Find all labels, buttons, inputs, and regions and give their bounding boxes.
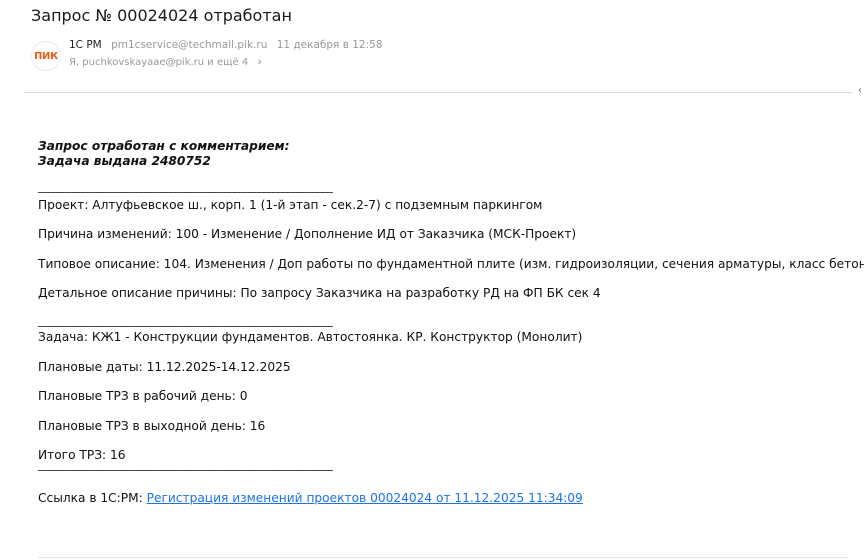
chevron-right-icon: ›: [257, 55, 262, 68]
chevron-left-icon[interactable]: ‹: [858, 85, 862, 96]
recipients-text: Я, puchkovskayaae@pik.ru и ещё 4: [69, 57, 249, 68]
task-line: Задача: КЖ1 - Конструкции фундаментов. А…: [38, 330, 583, 344]
link-line: Ссылка в 1С:PM: Регистрация изменений пр…: [38, 491, 583, 505]
typical-description-line: Типовое описание: 104. Изменения / Доп р…: [38, 257, 864, 271]
sender-line: 1С PM pm1cservice@techmail.pik.ru 11 дек…: [69, 39, 383, 51]
header-divider: [24, 92, 852, 93]
project-line: Проект: Алтуфьевское ш., корп. 1 (1-й эт…: [38, 198, 543, 212]
trz-workday-line: Плановые ТРЗ в рабочий день: 0: [38, 389, 248, 403]
sender-name[interactable]: 1С PM: [69, 39, 102, 51]
detail-description-line: Детальное описание причины: По запросу З…: [38, 286, 601, 300]
body-heading-comment: Запрос отработан с комментарием:: [38, 139, 290, 153]
sender-email[interactable]: pm1cservice@techmail.pik.ru: [111, 39, 267, 51]
link-prefix: Ссылка в 1С:PM:: [38, 491, 143, 505]
bottom-divider: [38, 557, 848, 558]
registration-link[interactable]: Регистрация изменений проектов 00024024 …: [147, 491, 583, 505]
trz-weekend-line: Плановые ТРЗ в выходной день: 16: [38, 419, 266, 433]
avatar-logo-text: ПИК: [33, 50, 58, 62]
reason-line: Причина изменений: 100 - Изменение / Доп…: [38, 227, 577, 241]
separator-rule: ________________________________________…: [38, 179, 333, 193]
email-date: 11 декабря в 12:58: [276, 39, 383, 51]
recipients-toggle[interactable]: Я, puchkovskayaae@pik.ru и ещё 4 ›: [69, 55, 262, 68]
separator-rule: ________________________________________…: [38, 457, 333, 471]
sender-avatar[interactable]: ПИК: [31, 41, 61, 71]
planned-dates-line: Плановые даты: 11.12.2025-14.12.2025: [38, 360, 291, 374]
body-heading-task: Задача выдана 2480752: [38, 154, 211, 168]
separator-rule: ________________________________________…: [38, 313, 333, 327]
email-subject: Запрос № 00024024 отработан: [31, 6, 292, 25]
